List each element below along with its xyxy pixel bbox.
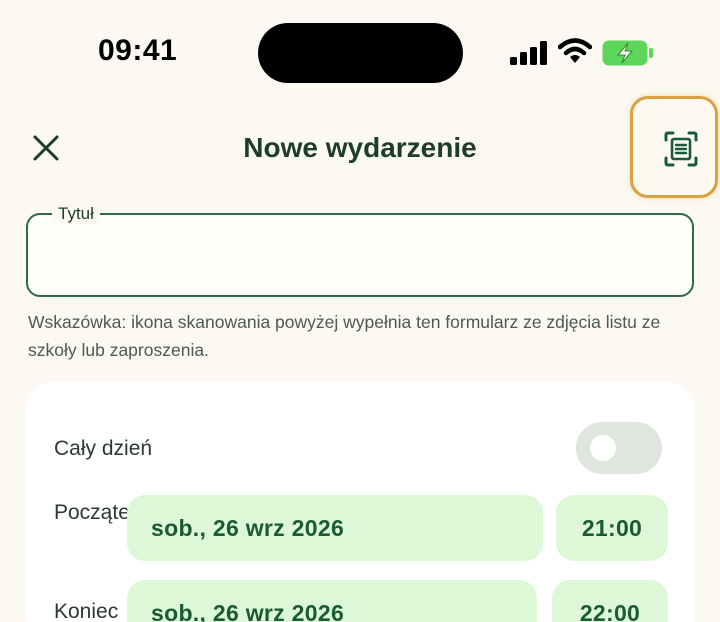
scan-document-button[interactable] [630,96,718,198]
start-label: Początek [54,501,141,524]
end-date-button[interactable]: sob., 26 wrz 2026 [127,580,537,622]
all-day-label: Cały dzień [54,437,153,460]
start-date-button[interactable]: sob., 26 wrz 2026 [127,495,543,561]
toggle-knob [590,435,616,461]
document-scan-icon [664,131,698,167]
cellular-signal-icon [510,41,547,65]
end-time-button[interactable]: 22:00 [552,580,668,622]
all-day-toggle[interactable] [576,422,662,474]
status-bar: 09:41 [0,0,720,100]
title-field-label: Tytuł [52,204,100,224]
wifi-icon [558,38,592,63]
scan-hint-text: Wskazówka: ikona skanowania powyżej wype… [28,312,661,360]
page-title: Nowe wydarzenie [243,132,477,163]
start-time-button[interactable]: 21:00 [556,495,668,561]
dynamic-island [258,23,463,83]
end-label: Koniec [54,600,119,622]
status-time: 09:41 [98,34,178,67]
battery-charging-icon [602,40,653,66]
title-input[interactable] [44,232,674,282]
